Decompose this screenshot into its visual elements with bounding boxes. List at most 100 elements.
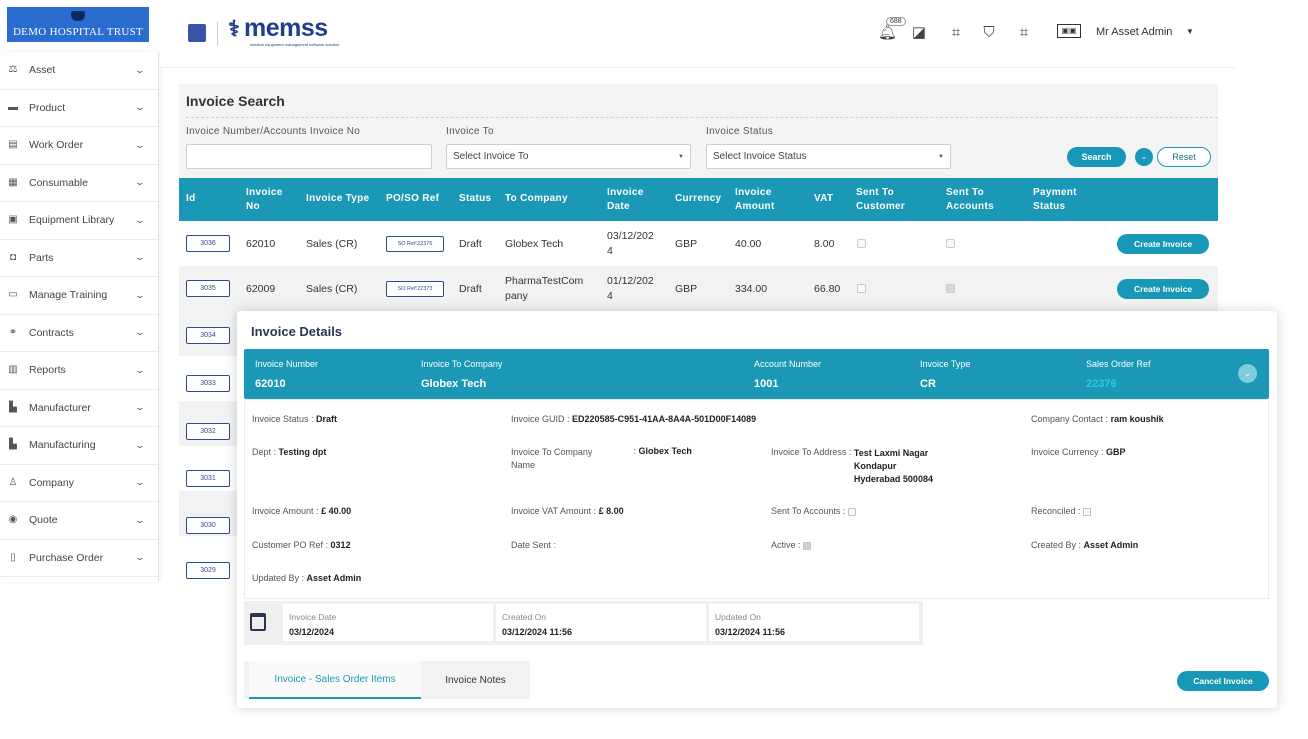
caduceus-icon: ⚕ xyxy=(228,16,240,41)
invoice-number-input[interactable] xyxy=(186,144,432,169)
vat-cell: 8.00 xyxy=(814,237,835,250)
sent-to-customer-checkbox[interactable] xyxy=(857,284,866,293)
sidebar-item-label: Product xyxy=(29,101,66,114)
invoice-id-button[interactable]: 3033 xyxy=(186,375,230,392)
sidebar-item-manage-training[interactable]: ▭ Manage Training ⌄ xyxy=(0,277,158,315)
column-header-status[interactable]: Status xyxy=(459,192,491,206)
field-value: ram koushik xyxy=(1110,414,1164,424)
qr-scan-icon[interactable]: ⌗ xyxy=(947,24,965,42)
field-value: Asset Admin xyxy=(1083,540,1139,550)
sidebar-item-contracts[interactable]: ⚭ Contracts ⌄ xyxy=(0,315,158,352)
so-ref-link[interactable]: SO Ref:22376 xyxy=(386,235,444,252)
column-header-invoice-amount[interactable]: Invoice Amount xyxy=(735,186,775,214)
invoice-id-button[interactable]: 3030 xyxy=(186,517,230,534)
brand-tagline: medical equipment management software so… xyxy=(250,42,340,47)
sidebar-item-label: Purchase Order xyxy=(29,551,104,564)
sidebar-item-purchase-order[interactable]: ▯ Purchase Order ⌄ xyxy=(0,540,158,577)
so-ref-link[interactable]: SO Ref:22373 xyxy=(386,280,444,297)
table-row[interactable]: 3036 62010 Sales (CR) SO Ref:22376 Draft… xyxy=(179,221,1218,266)
menu-toggle-button[interactable] xyxy=(188,24,206,42)
sidebar-item-reports[interactable]: ▥ Reports ⌄ xyxy=(0,352,158,390)
created-on-box: Created On 03/12/2024 11:56 xyxy=(496,604,706,641)
collapse-button[interactable]: ⌄ xyxy=(1238,364,1257,383)
invoice-to-company-label: Invoice To Company xyxy=(421,359,503,369)
invoice-no-cell: 62010 xyxy=(246,237,276,250)
invoice-id-button[interactable]: 3035 xyxy=(186,280,230,297)
sidebar-item-quote[interactable]: ◉ Quote ⌄ xyxy=(0,502,158,540)
sent-to-accounts-checkbox[interactable] xyxy=(847,507,856,516)
note-icon[interactable]: ◪ xyxy=(910,24,928,42)
column-header-invoice-date[interactable]: Invoice Date xyxy=(607,186,644,214)
sales-order-ref-link[interactable]: 22376 xyxy=(1086,378,1117,390)
status-cell: Draft xyxy=(459,237,482,250)
column-header-id[interactable]: Id xyxy=(186,192,196,206)
sent-to-accounts-checkbox[interactable] xyxy=(946,284,955,293)
page-title: Invoice Search xyxy=(186,93,285,109)
column-header-po-so-ref[interactable]: PO/SO Ref xyxy=(386,192,439,206)
sidebar-item-work-order[interactable]: ▤ Work Order ⌄ xyxy=(0,127,158,165)
invoice-to-select[interactable]: Select Invoice To ▼ xyxy=(446,144,691,169)
sidebar-item-manufacturing[interactable]: ▙ Manufacturing ⌄ xyxy=(0,427,158,465)
cancel-invoice-button[interactable]: Cancel Invoice xyxy=(1177,671,1269,691)
field-label: Invoice GUID xyxy=(511,414,565,424)
updated-on-box: Updated On 03/12/2024 11:56 xyxy=(709,604,919,641)
account-number-label: Account Number xyxy=(754,359,822,369)
caret-down-icon[interactable]: ▼ xyxy=(1186,27,1194,36)
bell-icon[interactable]: 🔔︎ xyxy=(878,24,897,42)
active-checkbox[interactable] xyxy=(803,541,812,550)
column-header-currency[interactable]: Currency xyxy=(675,192,721,206)
create-invoice-button[interactable]: Create Invoice xyxy=(1117,233,1209,254)
field-label: Invoice To Company Name xyxy=(511,447,593,470)
column-header-to-company[interactable]: To Company xyxy=(505,192,568,206)
sidebar-item-label: Manufacturer xyxy=(29,401,91,414)
field-label: Reconciled xyxy=(1031,506,1076,516)
top-bar: ⚕ memss medical equipment management sof… xyxy=(160,0,1235,68)
column-header-sent-to-customer[interactable]: Sent To Customer xyxy=(856,186,905,214)
sidebar-item-label: Manufacturing xyxy=(29,439,96,452)
tab-sales-order-items[interactable]: Invoice - Sales Order Items xyxy=(249,661,421,699)
sidebar-item-asset[interactable]: ⚖ Asset ⌄ xyxy=(0,52,158,90)
sent-to-customer-checkbox[interactable] xyxy=(857,239,866,248)
reset-button[interactable]: Reset xyxy=(1157,147,1211,167)
user-name[interactable]: Mr Asset Admin xyxy=(1096,26,1172,38)
invoice-id-button[interactable]: 3032 xyxy=(186,423,230,440)
org-logo[interactable]: DEMO HOSPITAL TRUST xyxy=(7,7,149,42)
invoice-no-cell: 62009 xyxy=(246,282,276,295)
sidebar-item-consumable[interactable]: ▦ Consumable ⌄ xyxy=(0,165,158,202)
column-header-payment-status[interactable]: Payment Status xyxy=(1033,186,1077,214)
column-header-vat[interactable]: VAT xyxy=(814,192,833,206)
expand-filters-button[interactable]: ⌄ xyxy=(1135,148,1153,166)
column-header-invoice-no[interactable]: Invoice No xyxy=(246,186,283,214)
consumable-icon: ▦ xyxy=(8,176,18,188)
invoice-id-button[interactable]: 3034 xyxy=(186,327,230,344)
crest-icon xyxy=(71,11,85,21)
chevron-down-icon: ⌄ xyxy=(134,552,146,563)
invoice-id-button[interactable]: 3031 xyxy=(186,470,230,487)
tab-invoice-notes[interactable]: Invoice Notes xyxy=(421,661,530,699)
sidebar-item-company[interactable]: ♙ Company ⌄ xyxy=(0,465,158,502)
create-invoice-button[interactable]: Create Invoice xyxy=(1117,278,1209,299)
search-button[interactable]: Search xyxy=(1067,147,1126,167)
invoice-id-button[interactable]: 3036 xyxy=(186,235,230,252)
table-row[interactable]: 3035 62009 Sales (CR) SO Ref:22373 Draft… xyxy=(179,266,1218,311)
sidebar-item-product[interactable]: ▬ Product ⌄ xyxy=(0,90,158,127)
to-company-cell: PharmaTestCom pany xyxy=(505,274,584,302)
reconciled-field: Reconciled : xyxy=(1031,506,1092,516)
qr-code-icon[interactable]: ⌗ xyxy=(1015,24,1033,42)
active-field: Active : xyxy=(771,540,812,550)
invoice-status-select[interactable]: Select Invoice Status ▼ xyxy=(706,144,951,169)
sidebar-item-manufacturer[interactable]: ▙ Manufacturer ⌄ xyxy=(0,390,158,427)
invoice-type-cell: Sales (CR) xyxy=(306,282,358,295)
field-label: Updated By xyxy=(252,573,300,583)
reconciled-checkbox[interactable] xyxy=(1083,507,1092,516)
brand-divider xyxy=(217,22,218,46)
column-header-invoice-type[interactable]: Invoice Type xyxy=(306,192,369,206)
sent-to-accounts-checkbox[interactable] xyxy=(946,239,955,248)
sidebar-item-parts[interactable]: ◘ Parts ⌄ xyxy=(0,240,158,277)
shield-icon[interactable]: ⛉ xyxy=(980,24,998,42)
avatar[interactable]: ▣▣ xyxy=(1057,24,1081,38)
invoice-id-button[interactable]: 3029 xyxy=(186,562,230,579)
sidebar-item-label: Manage Training xyxy=(29,289,108,302)
column-header-sent-to-accounts[interactable]: Sent To Accounts xyxy=(946,186,994,214)
sidebar-item-equipment-library[interactable]: ▣ Equipment Library ⌄ xyxy=(0,202,158,240)
